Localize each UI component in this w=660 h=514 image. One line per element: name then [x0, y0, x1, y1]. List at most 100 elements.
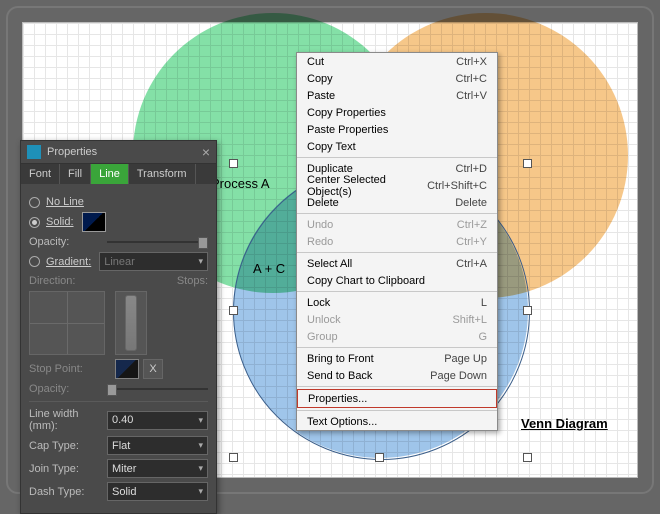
resize-handle[interactable] — [229, 453, 238, 462]
resize-handle[interactable] — [229, 159, 238, 168]
tab-font[interactable]: Font — [21, 164, 60, 184]
separator — [29, 401, 208, 402]
menu-item-label: Paste Properties — [307, 124, 487, 136]
join-type-label: Join Type: — [29, 463, 107, 475]
menu-separator — [297, 157, 497, 158]
stop-color-swatch[interactable] — [115, 359, 139, 379]
menu-item-lock[interactable]: LockL — [297, 294, 497, 311]
menu-item-label: Paste — [307, 90, 456, 102]
venn-label-a[interactable]: Process A — [211, 176, 270, 191]
menu-item-shortcut: Ctrl+Z — [457, 219, 487, 231]
close-icon[interactable]: × — [202, 144, 210, 160]
gradient-stops-box[interactable] — [115, 291, 147, 355]
menu-item-shortcut: Page Down — [430, 370, 487, 382]
properties-icon — [27, 145, 41, 159]
menu-item-copy-chart-to-clipboard[interactable]: Copy Chart to Clipboard — [297, 272, 497, 289]
menu-item-shortcut: G — [478, 331, 487, 343]
menu-separator — [297, 213, 497, 214]
gradient-type-select[interactable]: Linear▾ — [99, 252, 208, 271]
cap-type-label: Cap Type: — [29, 440, 107, 452]
tab-line[interactable]: Line — [91, 164, 129, 184]
radio-solid[interactable] — [29, 217, 40, 228]
menu-item-shortcut: L — [481, 297, 487, 309]
menu-item-copy-text[interactable]: Copy Text — [297, 138, 497, 155]
menu-item-label: Delete — [307, 197, 455, 209]
stops-label: Stops: — [177, 275, 208, 287]
opacity-label: Opacity: — [29, 236, 107, 248]
join-type-select[interactable]: Miter▾ — [107, 459, 208, 478]
context-menu[interactable]: CutCtrl+XCopyCtrl+CPasteCtrl+VCopy Prope… — [296, 52, 498, 431]
menu-item-bring-to-front[interactable]: Bring to FrontPage Up — [297, 350, 497, 367]
resize-handle[interactable] — [229, 306, 238, 315]
properties-title: Properties — [47, 146, 97, 158]
properties-panel[interactable]: Properties × Font Fill Line Transform No… — [20, 140, 217, 514]
menu-item-label: Bring to Front — [307, 353, 444, 365]
menu-item-properties[interactable]: Properties... — [297, 389, 497, 408]
menu-item-label: Properties... — [308, 393, 486, 405]
line-width-label: Line width (mm): — [29, 408, 107, 432]
menu-item-label: Group — [307, 331, 478, 343]
menu-item-copy[interactable]: CopyCtrl+C — [297, 70, 497, 87]
menu-item-paste[interactable]: PasteCtrl+V — [297, 87, 497, 104]
resize-handle[interactable] — [523, 306, 532, 315]
cap-type-select[interactable]: Flat▾ — [107, 436, 208, 455]
resize-handle[interactable] — [375, 453, 384, 462]
menu-item-label: Unlock — [307, 314, 452, 326]
menu-item-shortcut: Ctrl+D — [456, 163, 487, 175]
menu-item-unlock: UnlockShift+L — [297, 311, 497, 328]
menu-separator — [297, 386, 497, 387]
menu-item-shortcut: Ctrl+X — [456, 56, 487, 68]
venn-label-ac[interactable]: A + C — [253, 261, 285, 276]
venn-caption[interactable]: Venn Diagram — [521, 416, 608, 431]
menu-item-shortcut: Ctrl+V — [456, 90, 487, 102]
menu-item-shortcut: Page Up — [444, 353, 487, 365]
radio-no-line[interactable] — [29, 197, 40, 208]
tab-fill[interactable]: Fill — [60, 164, 91, 184]
gradient-label: Gradient: — [46, 256, 91, 268]
dash-type-label: Dash Type: — [29, 486, 107, 498]
line-width-select[interactable]: 0.40▾ — [107, 411, 208, 430]
gradient-direction-box[interactable] — [29, 291, 105, 355]
menu-item-paste-properties[interactable]: Paste Properties — [297, 121, 497, 138]
menu-item-label: Copy Text — [307, 141, 487, 153]
menu-item-center-selected-object-s[interactable]: Center Selected Object(s)Ctrl+Shift+C — [297, 177, 497, 194]
menu-item-shortcut: Ctrl+C — [456, 73, 487, 85]
properties-body: No Line Solid: Opacity: Gradient: Linear… — [21, 184, 216, 513]
menu-item-select-all[interactable]: Select AllCtrl+A — [297, 255, 497, 272]
menu-item-label: Copy Chart to Clipboard — [307, 275, 487, 287]
color-swatch[interactable] — [82, 212, 106, 232]
opacity2-label: Opacity: — [29, 383, 107, 395]
properties-tabs: Font Fill Line Transform — [21, 164, 216, 184]
dash-type-select[interactable]: Solid▾ — [107, 482, 208, 501]
opacity-slider[interactable] — [107, 236, 208, 248]
menu-item-label: Send to Back — [307, 370, 430, 382]
menu-item-label: Cut — [307, 56, 456, 68]
menu-item-shortcut: Ctrl+Shift+C — [427, 180, 487, 192]
menu-item-delete[interactable]: DeleteDelete — [297, 194, 497, 211]
menu-item-label: Copy — [307, 73, 456, 85]
menu-item-send-to-back[interactable]: Send to BackPage Down — [297, 367, 497, 384]
menu-item-copy-properties[interactable]: Copy Properties — [297, 104, 497, 121]
menu-item-label: Lock — [307, 297, 481, 309]
menu-item-cut[interactable]: CutCtrl+X — [297, 53, 497, 70]
solid-label: Solid: — [46, 216, 74, 228]
direction-label: Direction: — [29, 275, 107, 287]
radio-gradient[interactable] — [29, 256, 40, 267]
menu-item-group: GroupG — [297, 328, 497, 345]
stop-opacity-slider[interactable] — [107, 383, 208, 395]
menu-item-label: Redo — [307, 236, 456, 248]
menu-item-label: Center Selected Object(s) — [307, 174, 427, 198]
menu-item-text-options[interactable]: Text Options... — [297, 413, 497, 430]
resize-handle[interactable] — [523, 453, 532, 462]
menu-item-shortcut: Ctrl+Y — [456, 236, 487, 248]
menu-separator — [297, 291, 497, 292]
delete-stop-button[interactable]: X — [143, 359, 163, 379]
menu-item-shortcut: Ctrl+A — [456, 258, 487, 270]
menu-separator — [297, 410, 497, 411]
properties-titlebar[interactable]: Properties × — [21, 141, 216, 164]
no-line-label: No Line — [46, 196, 84, 208]
menu-separator — [297, 252, 497, 253]
menu-item-shortcut: Shift+L — [452, 314, 487, 326]
resize-handle[interactable] — [523, 159, 532, 168]
tab-transform[interactable]: Transform — [129, 164, 196, 184]
